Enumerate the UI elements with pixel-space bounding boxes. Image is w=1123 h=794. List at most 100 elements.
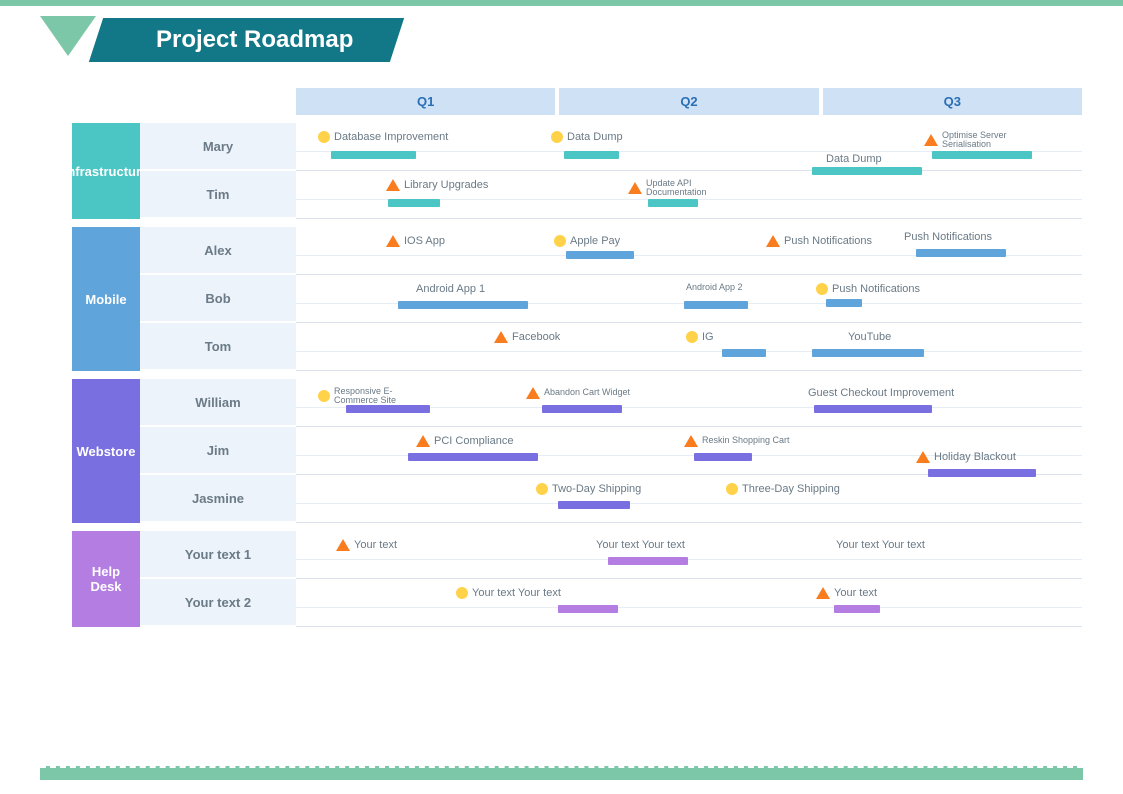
task-label: Library Upgrades — [404, 179, 488, 191]
bottom-accent-bar — [40, 766, 1083, 780]
milestone-dot-icon — [686, 331, 698, 343]
task-label: Update API Documentation — [646, 179, 736, 198]
task-label: Three-Day Shipping — [742, 483, 840, 495]
task-label: Your text Your text — [596, 539, 685, 551]
task: Your text Your text — [836, 539, 925, 551]
task-label: IOS App — [404, 235, 445, 247]
task: Android App 2 — [686, 283, 743, 292]
person-name: Mary — [140, 123, 296, 171]
task-label: Your text — [354, 539, 397, 551]
person-row: BobAndroid App 1Android App 2Push Notifi… — [140, 275, 1082, 323]
task-lane: Database Improvement Data Dump Optimise Se… — [296, 123, 1082, 171]
task-label: Push Notifications — [832, 283, 920, 295]
task-label: Data Dump — [567, 131, 623, 143]
task-label: Data Dump — [826, 153, 882, 165]
task-bar — [834, 605, 880, 613]
person-row: Jim PCI Compliance Reskin Shopping Cart Hol… — [140, 427, 1082, 475]
person-name: Jim — [140, 427, 296, 475]
section: InfrastructureMaryDatabase ImprovementDa… — [72, 123, 1082, 219]
task: Three-Day Shipping — [726, 483, 840, 495]
task-lane: Android App 1 Android App 2 Push Notificat… — [296, 275, 1082, 323]
task: Library Upgrades — [386, 179, 488, 191]
task-bar — [648, 199, 698, 207]
task-label: Holiday Blackout — [934, 451, 1016, 463]
task-lane: Your text Your text Your text Your text Yo… — [296, 531, 1082, 579]
section-label: Help Desk — [72, 531, 140, 627]
section-label: Mobile — [72, 227, 140, 371]
milestone-dot-icon — [318, 390, 330, 402]
milestone-dot-icon — [816, 283, 828, 295]
milestone-triangle-icon — [628, 182, 642, 194]
task-label: Push Notifications — [904, 231, 992, 243]
task-bar — [331, 151, 416, 159]
task: Guest Checkout Improvement — [808, 387, 954, 399]
task: IOS App — [386, 235, 445, 247]
milestone-dot-icon — [551, 131, 563, 143]
task-label: Your text Your text — [472, 587, 561, 599]
task: Push Notifications — [904, 231, 992, 243]
task-label: Optimise Server Serialisation — [942, 131, 1032, 150]
task-bar — [932, 151, 1032, 159]
task-bar — [694, 453, 752, 461]
person-name: Your text 1 — [140, 531, 296, 579]
task-label: Responsive E-Commerce Site — [334, 387, 424, 406]
person-name: Tom — [140, 323, 296, 371]
person-row: TomFacebookIGYouTube — [140, 323, 1082, 371]
task-label: Push Notifications — [784, 235, 872, 247]
task: Push Notifications — [816, 283, 920, 295]
milestone-dot-icon — [456, 587, 468, 599]
milestone-triangle-icon — [816, 587, 830, 599]
milestone-triangle-icon — [526, 387, 540, 399]
task-bar — [542, 405, 622, 413]
section: MobileAlexIOS AppApple PayPush Notificat… — [72, 227, 1082, 371]
task: Data Dump — [551, 131, 623, 143]
task: Apple Pay — [554, 235, 620, 247]
milestone-dot-icon — [554, 235, 566, 247]
task-lane: Responsive E-Commerce Site Abandon Cart W… — [296, 379, 1082, 427]
milestone-triangle-icon — [766, 235, 780, 247]
milestone-triangle-icon — [494, 331, 508, 343]
person-row: Mary Database Improvement Data Dump Optimis… — [140, 123, 1082, 171]
task: Push Notifications — [766, 235, 872, 247]
triangle-logo-icon — [40, 16, 96, 56]
quarter-q3: Q3 — [823, 88, 1082, 115]
task-bar — [346, 405, 430, 413]
task-lane: IOS App Apple Pay Push Notifications Push N… — [296, 227, 1082, 275]
section: Help DeskYour text 1Your textYour text Y… — [72, 531, 1082, 627]
person-row: AlexIOS AppApple PayPush NotificationsPu… — [140, 227, 1082, 275]
task: Android App 1 — [416, 283, 485, 295]
task-label: IG — [702, 331, 714, 343]
task-bar — [564, 151, 619, 159]
page-title: Project Roadmap — [156, 26, 353, 54]
task-bar — [608, 557, 688, 565]
milestone-dot-icon — [726, 483, 738, 495]
task-bar — [812, 167, 922, 175]
task: Holiday Blackout — [916, 451, 1016, 463]
person-row: William Responsive E-Commerce Site Abandon… — [140, 379, 1082, 427]
task: Optimise Server Serialisation — [924, 131, 1032, 150]
task-bar — [566, 251, 634, 259]
top-accent-bar — [0, 0, 1123, 6]
person-name: William — [140, 379, 296, 427]
task: Your text — [816, 587, 877, 599]
milestone-triangle-icon — [416, 435, 430, 447]
task-label: Database Improvement — [334, 131, 448, 143]
task: Database Improvement — [318, 131, 448, 143]
task-label: Android App 1 — [416, 283, 485, 295]
task: Two-Day Shipping — [536, 483, 641, 495]
task-label: Reskin Shopping Cart — [702, 436, 790, 445]
quarter-header: Q1 Q2 Q3 — [296, 88, 1082, 115]
task-bar — [558, 605, 618, 613]
task: Responsive E-Commerce Site — [318, 387, 424, 406]
roadmap-grid: Q1 Q2 Q3 InfrastructureMaryDatabase Impr… — [72, 88, 1082, 627]
task-label: Abandon Cart Widget — [544, 388, 630, 397]
person-name: Your text 2 — [140, 579, 296, 627]
task-bar — [398, 301, 528, 309]
task-label: PCI Compliance — [434, 435, 513, 447]
task: Reskin Shopping Cart — [684, 435, 790, 447]
milestone-dot-icon — [536, 483, 548, 495]
task: IG — [686, 331, 714, 343]
milestone-triangle-icon — [386, 235, 400, 247]
task-bar — [558, 501, 630, 509]
person-row: JasmineTwo-Day ShippingThree-Day Shippin… — [140, 475, 1082, 523]
